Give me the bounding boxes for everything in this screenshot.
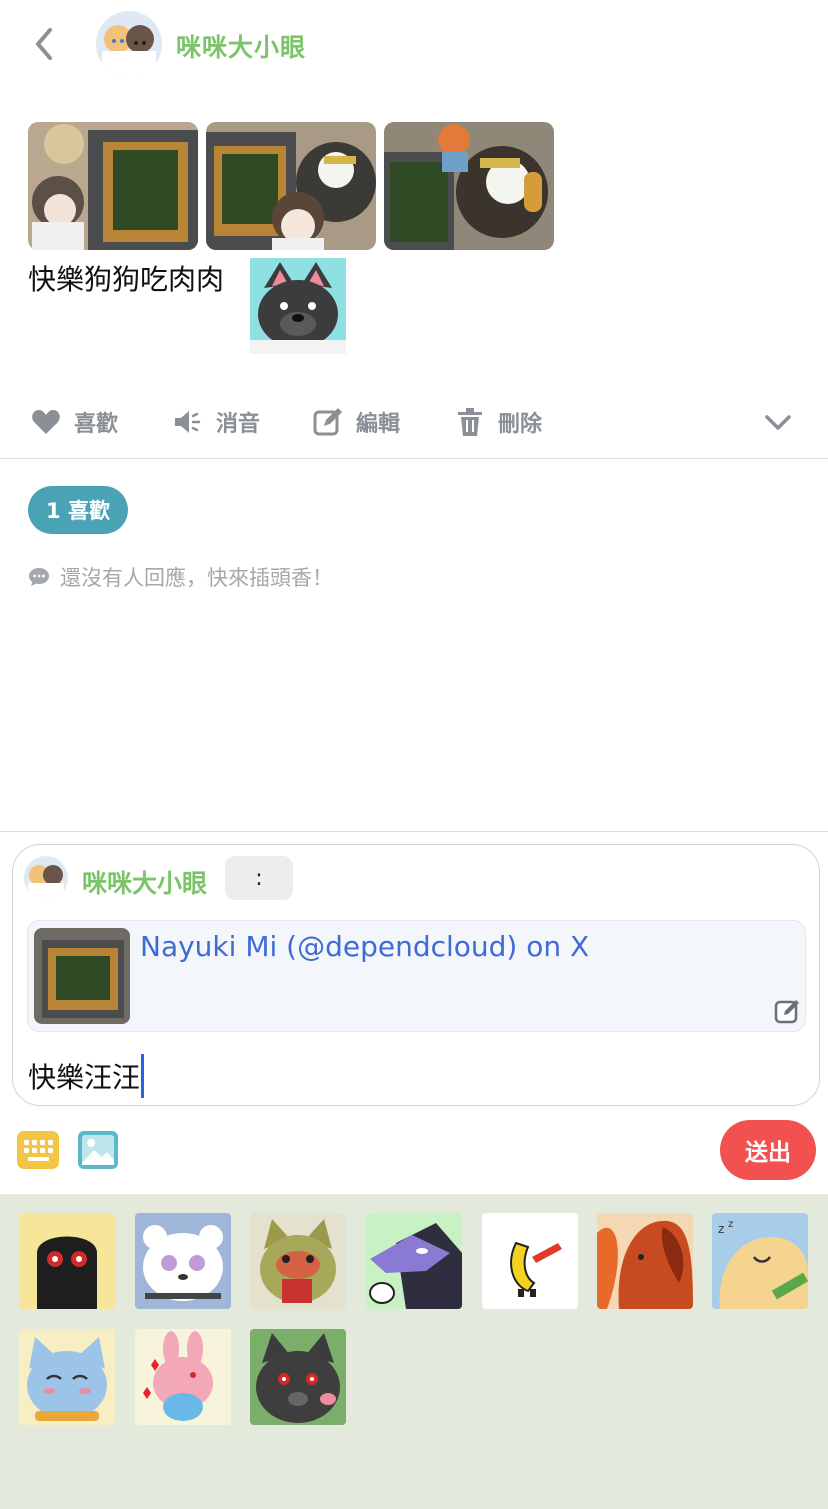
- edit-icon: [313, 408, 342, 436]
- more-options-button[interactable]: [762, 398, 794, 446]
- sticker-purple-dragon[interactable]: [366, 1213, 462, 1309]
- chevron-left-icon: [36, 28, 52, 60]
- delete-action[interactable]: 刪除: [454, 398, 542, 446]
- post-photo[interactable]: [384, 122, 554, 250]
- edit-label: 編輯: [356, 412, 401, 437]
- sticker-black-wolf[interactable]: [250, 1329, 346, 1425]
- sticker-pink-bunny[interactable]: [135, 1329, 231, 1425]
- likes-count-badge[interactable]: 1 喜歡: [28, 486, 128, 534]
- reply-input[interactable]: 快樂汪汪: [28, 1054, 145, 1098]
- keyboard-icon: [17, 1131, 59, 1169]
- back-button[interactable]: [24, 22, 64, 66]
- no-replies-notice: 還沒有人回應，快來插頭香！: [28, 562, 333, 592]
- edit-preview-icon[interactable]: [774, 998, 800, 1024]
- post-text: 快樂狗狗吃肉肉: [28, 263, 225, 296]
- sticker-black-blob[interactable]: [19, 1213, 115, 1309]
- image-icon: [78, 1131, 118, 1169]
- text-caret: [141, 1054, 145, 1098]
- sticker-blue-cat[interactable]: [19, 1329, 115, 1425]
- like-label: 喜歡: [74, 412, 119, 437]
- trash-icon: [458, 408, 482, 436]
- chevron-down-icon: [765, 415, 791, 430]
- image-button[interactable]: [77, 1130, 119, 1170]
- sticker-sleepy-dog[interactable]: z z: [712, 1213, 808, 1309]
- sticker-white-bear[interactable]: [135, 1213, 231, 1309]
- sticker-blushing-wolf[interactable]: [250, 1213, 346, 1309]
- sticker-banana-trumpet[interactable]: [482, 1213, 578, 1309]
- post-photo[interactable]: [206, 122, 376, 250]
- composer-author-name: 咪咪大小眼: [82, 869, 208, 898]
- mute-action[interactable]: 消音: [172, 398, 260, 446]
- divider: [0, 458, 828, 459]
- like-action[interactable]: 喜歡: [30, 398, 118, 446]
- sticker-red-dog[interactable]: [597, 1213, 693, 1309]
- heart-icon: [32, 410, 60, 434]
- keyboard-button[interactable]: [16, 1130, 60, 1170]
- svg-text:z: z: [728, 1219, 733, 1230]
- delete-label: 刪除: [498, 412, 543, 437]
- composer-avatar: [24, 856, 68, 900]
- svg-text:z: z: [718, 1222, 724, 1236]
- mute-label: 消音: [216, 412, 261, 437]
- edit-action[interactable]: 編輯: [312, 398, 400, 446]
- post-photo[interactable]: [28, 122, 198, 250]
- colon-button[interactable]: :: [225, 856, 293, 900]
- author-name[interactable]: 咪咪大小眼: [176, 28, 306, 64]
- divider: [0, 831, 828, 832]
- no-replies-text: 還沒有人回應，快來插頭香！: [60, 566, 333, 590]
- speaker-mute-icon: [175, 411, 201, 433]
- send-button[interactable]: 送出: [720, 1120, 816, 1180]
- reply-input-text: 快樂汪汪: [28, 1061, 141, 1094]
- author-avatar[interactable]: [96, 11, 162, 77]
- link-preview-title[interactable]: Nayuki Mi (@dependcloud) on X: [140, 930, 589, 963]
- link-preview-thumbnail: [34, 928, 130, 1024]
- post-sticker: [250, 258, 346, 354]
- comment-bubble-icon: [29, 568, 49, 586]
